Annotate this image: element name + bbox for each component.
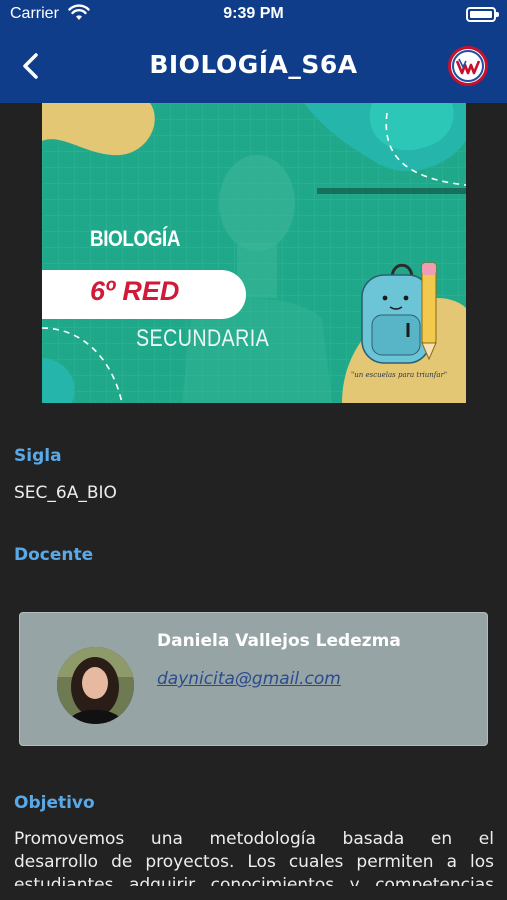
banner-slogan-text: "un escuelas para triunfar" — [351, 371, 448, 379]
school-logo[interactable] — [448, 46, 488, 86]
objective-line-1: Promovemos una metodología basada en el — [14, 829, 494, 849]
page-title: BIOLOGÍA_S6A — [149, 50, 358, 79]
sigla-label: Sigla — [14, 446, 62, 466]
status-bar: Carrier 9:39 PM — [0, 0, 507, 30]
back-button[interactable] — [14, 48, 50, 84]
teacher-card[interactable]: Daniela Vallejos Ledezma daynicita@gmail… — [19, 612, 488, 746]
backpack-illustration — [361, 263, 431, 364]
bottom-clip — [0, 886, 507, 900]
teacher-name: Daniela Vallejos Ledezma — [157, 631, 401, 651]
banner-level-text: SECUNDARIA — [136, 325, 270, 352]
objetivo-label: Objetivo — [14, 793, 95, 813]
teacher-avatar — [57, 647, 134, 724]
battery-icon — [466, 7, 499, 22]
navigation-bar: BIOLOGÍA_S6A — [0, 30, 507, 103]
course-banner-image: BIOLOGÍA 6º RED SECUNDARIA "un escuelas … — [42, 103, 466, 403]
banner-subject-text: BIOLOGÍA — [90, 226, 181, 251]
objective-line-2: desarrollo de proyectos. Los cuales perm… — [14, 852, 494, 872]
docente-label: Docente — [14, 545, 94, 565]
banner-artwork — [42, 103, 466, 403]
pencil-illustration — [421, 262, 437, 361]
logo-emblem-icon — [452, 50, 484, 82]
banner-grade-text: 6º RED — [90, 276, 180, 306]
status-time: 9:39 PM — [223, 5, 284, 22]
teacher-photo-icon — [57, 647, 134, 724]
sigla-value: SEC_6A_BIO — [14, 483, 117, 503]
teacher-email-link[interactable]: daynicita@gmail.com — [157, 669, 341, 689]
